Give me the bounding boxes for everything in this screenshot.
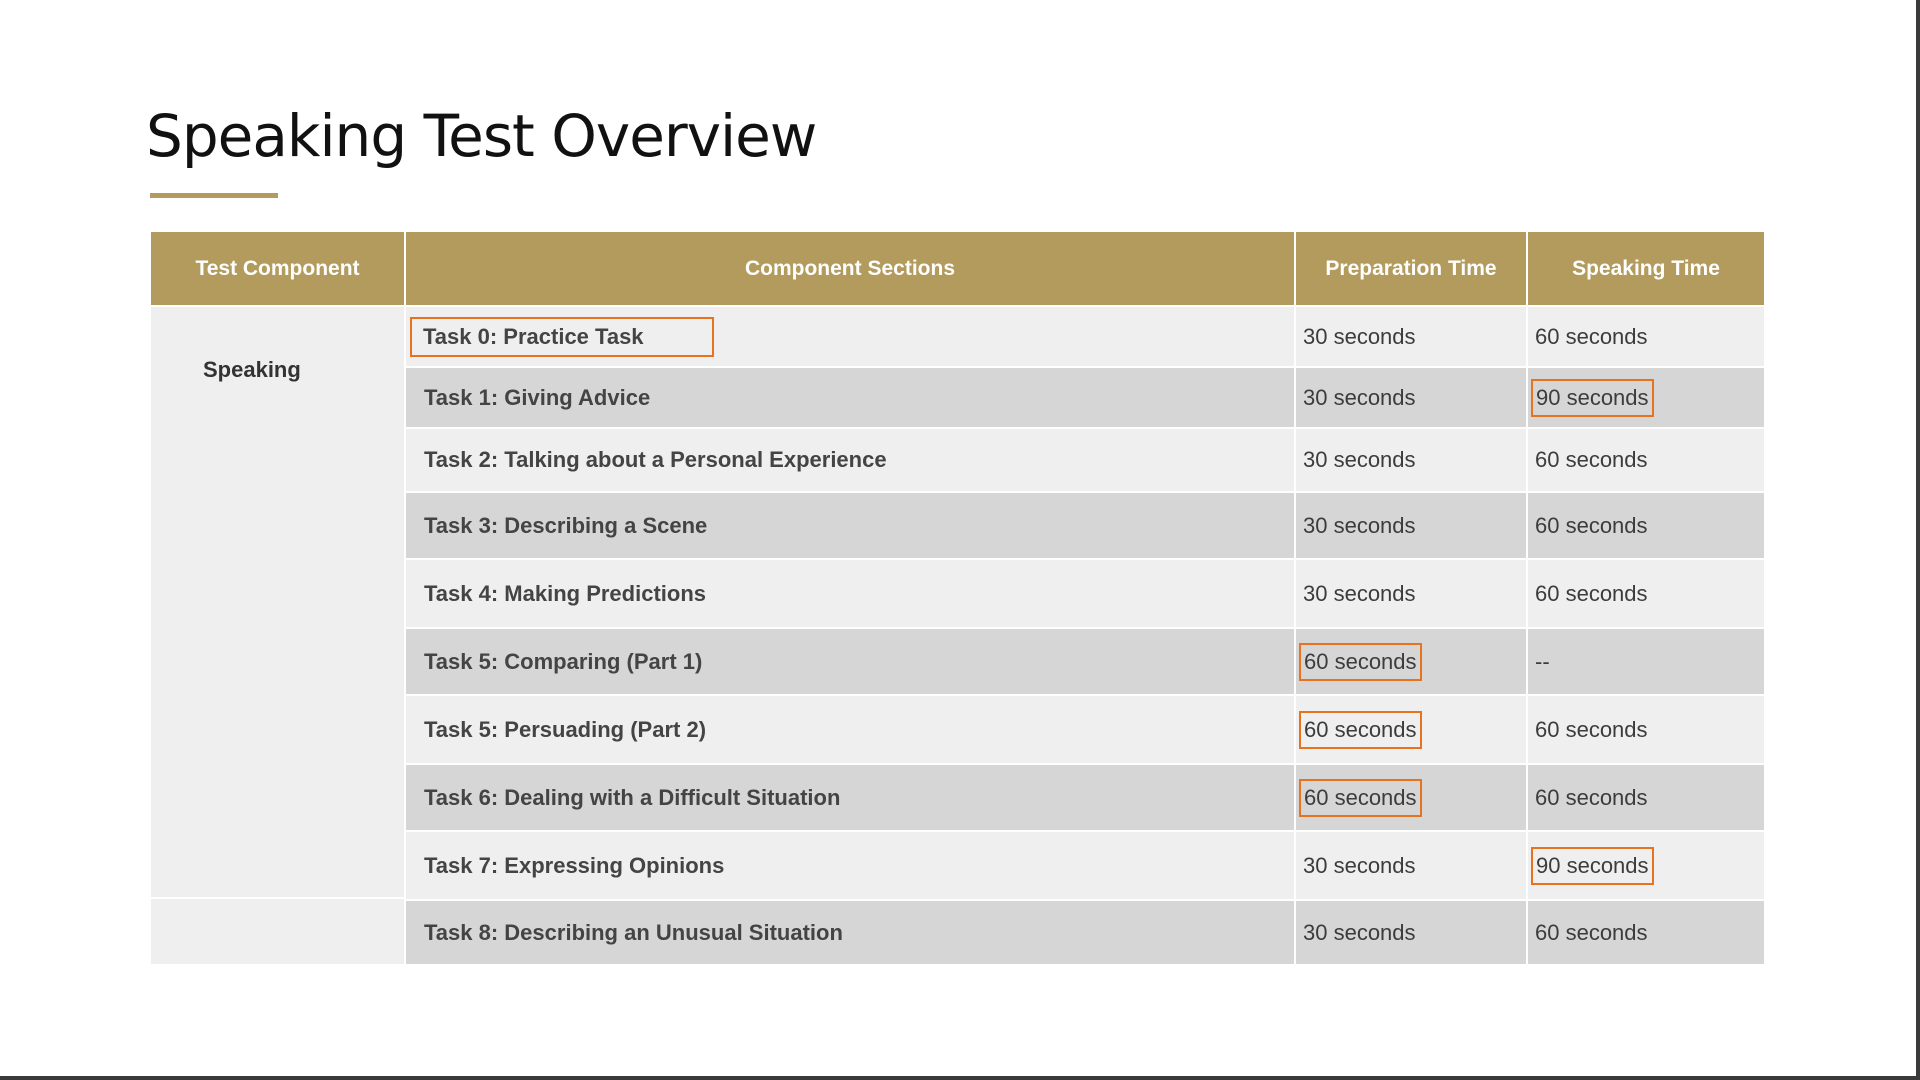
page-title: Speaking Test Overview <box>146 102 817 170</box>
speak-time-highlight-box: 90 seconds <box>1531 846 1654 885</box>
prep-time-highlight-box: 60 seconds <box>1299 642 1422 681</box>
section-label: Task 0: Practice Task <box>423 323 644 349</box>
table-header-row: Test Component Component Sections Prepar… <box>151 232 1764 305</box>
speak-time-cell: 90 seconds <box>1528 830 1764 899</box>
prep-time-value: 60 seconds <box>1304 648 1417 674</box>
prep-time-cell: 30 seconds <box>1296 899 1528 964</box>
table-row: Speaking Task 0: Practice Task 30 second… <box>151 305 1764 964</box>
prep-time-highlight-box: 60 seconds <box>1299 710 1422 749</box>
prep-time-cell: 30 seconds <box>1296 305 1528 366</box>
overview-table: Test Component Component Sections Prepar… <box>151 232 1764 964</box>
section-cell: Task 4: Making Predictions <box>406 558 1296 627</box>
section-cell: Task 8: Describing an Unusual Situation <box>406 899 1296 964</box>
speak-time-cell: 60 seconds <box>1528 491 1764 558</box>
prep-time-value: 60 seconds <box>1304 784 1417 810</box>
section-cell: Task 7: Expressing Opinions <box>406 830 1296 899</box>
section-cell: Task 1: Giving Advice <box>406 366 1296 427</box>
speak-time-cell: -- <box>1528 627 1764 694</box>
header-speaking-time: Speaking Time <box>1528 232 1764 305</box>
section-cell: Task 3: Describing a Scene <box>406 491 1296 558</box>
prep-time-cell: 30 seconds <box>1296 491 1528 558</box>
speak-time-value: 90 seconds <box>1536 384 1649 410</box>
speak-time-cell: 90 seconds <box>1528 366 1764 427</box>
speak-time-cell: 60 seconds <box>1528 558 1764 627</box>
speak-time-cell: 60 seconds <box>1528 899 1764 964</box>
header-test-component: Test Component <box>151 232 406 305</box>
overview-table-container: Test Component Component Sections Prepar… <box>151 232 1764 974</box>
section-cell: Task 6: Dealing with a Difficult Situati… <box>406 763 1296 830</box>
prep-time-cell: 30 seconds <box>1296 558 1528 627</box>
section-cell: Task 2: Talking about a Personal Experie… <box>406 427 1296 491</box>
component-label: Speaking <box>203 357 301 382</box>
speak-time-cell: 60 seconds <box>1528 427 1764 491</box>
slide: Speaking Test Overview Test Component Co… <box>0 0 1920 1080</box>
section-highlight-box: Task 0: Practice Task <box>410 316 714 357</box>
header-preparation-time: Preparation Time <box>1296 232 1528 305</box>
component-cell: Speaking <box>151 305 406 964</box>
component-cell-tail <box>151 897 404 964</box>
prep-time-value: 60 seconds <box>1304 716 1417 742</box>
section-cell: Task 0: Practice Task <box>406 305 1296 366</box>
header-component-sections: Component Sections <box>406 232 1296 305</box>
speak-time-cell: 60 seconds <box>1528 305 1764 366</box>
prep-time-cell: 60 seconds <box>1296 694 1528 763</box>
speak-time-cell: 60 seconds <box>1528 694 1764 763</box>
title-underline <box>150 193 278 198</box>
prep-time-highlight-box: 60 seconds <box>1299 778 1422 817</box>
prep-time-cell: 60 seconds <box>1296 627 1528 694</box>
speak-time-cell: 60 seconds <box>1528 763 1764 830</box>
section-cell: Task 5: Persuading (Part 2) <box>406 694 1296 763</box>
speak-time-value: 90 seconds <box>1536 852 1649 878</box>
prep-time-cell: 30 seconds <box>1296 427 1528 491</box>
speak-time-highlight-box: 90 seconds <box>1531 378 1654 417</box>
prep-time-cell: 30 seconds <box>1296 830 1528 899</box>
prep-time-cell: 30 seconds <box>1296 366 1528 427</box>
section-cell: Task 5: Comparing (Part 1) <box>406 627 1296 694</box>
prep-time-cell: 60 seconds <box>1296 763 1528 830</box>
